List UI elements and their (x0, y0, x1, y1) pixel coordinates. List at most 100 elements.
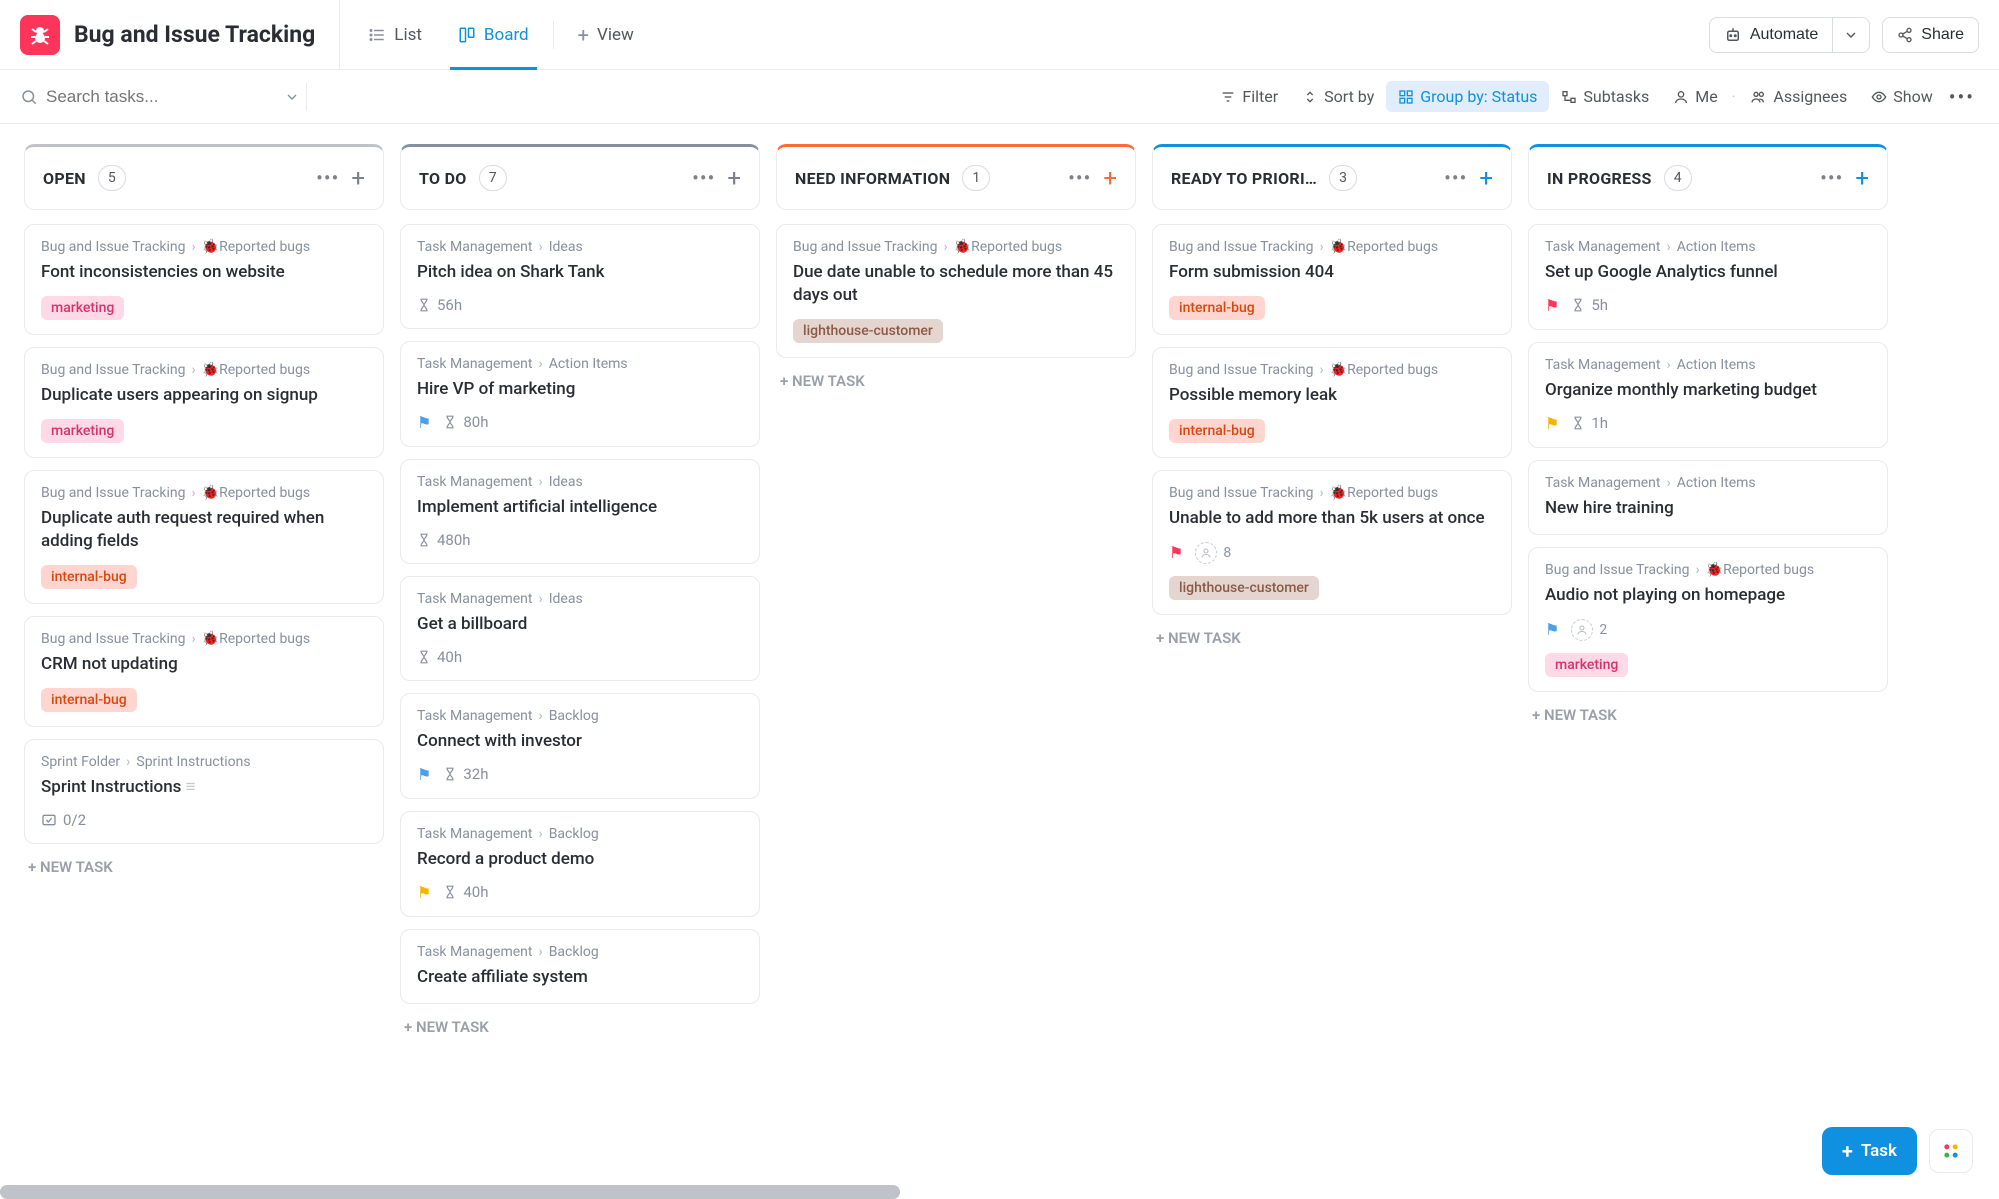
column-add[interactable]: + (727, 166, 741, 190)
column-add[interactable]: + (1855, 166, 1869, 190)
sort-button[interactable]: Sort by (1290, 81, 1386, 112)
priority-flag-icon: ⚑ (417, 883, 431, 902)
column-menu[interactable]: ••• (1444, 166, 1467, 190)
card-title: Create affiliate system (417, 966, 743, 989)
column-menu[interactable]: ••• (316, 166, 339, 190)
new-task-button[interactable]: + NEW TASK (24, 844, 384, 890)
card-title: Implement artificial intelligence (417, 496, 743, 519)
breadcrumb: Task Management›Action Items (1545, 239, 1871, 255)
tag[interactable]: marketing (41, 419, 124, 443)
task-card[interactable]: Task Management›Action ItemsOrganize mon… (1528, 342, 1888, 448)
column-menu[interactable]: ••• (1820, 166, 1843, 190)
column-title: TO DO (419, 169, 467, 188)
board[interactable]: OPEN 5 ••• + Bug and Issue Tracking›🐞Repo… (0, 124, 1999, 1181)
column-header[interactable]: IN PROGRESS 4 ••• + (1528, 144, 1888, 210)
tag[interactable]: internal-bug (41, 565, 137, 589)
board-icon (458, 26, 476, 44)
plus-icon: + (578, 23, 589, 47)
column-header[interactable]: READY TO PRIORI… 3 ••• + (1152, 144, 1512, 210)
tag[interactable]: internal-bug (41, 688, 137, 712)
column-menu[interactable]: ••• (1068, 166, 1091, 190)
filter-button[interactable]: Filter (1208, 81, 1290, 112)
tag[interactable]: internal-bug (1169, 419, 1265, 443)
task-card[interactable]: Bug and Issue Tracking›🐞Reported bugsFor… (1152, 224, 1512, 335)
task-card[interactable]: Bug and Issue Tracking›🐞Reported bugsUna… (1152, 470, 1512, 615)
new-task-fab[interactable]: + Task (1822, 1127, 1917, 1175)
chevron-down-icon[interactable] (284, 89, 300, 105)
tag[interactable]: lighthouse-customer (793, 319, 943, 343)
task-card[interactable]: Task Management›IdeasPitch idea on Shark… (400, 224, 760, 329)
card-title: Font inconsistencies on website (41, 261, 367, 284)
task-card[interactable]: Sprint Folder›Sprint InstructionsSprint … (24, 739, 384, 844)
column-add[interactable]: + (351, 166, 365, 190)
new-task-button[interactable]: + NEW TASK (1152, 615, 1512, 661)
column-header[interactable]: NEED INFORMATION 1 ••• + (776, 144, 1136, 210)
card-title: Form submission 404 (1169, 261, 1495, 284)
breadcrumb: Bug and Issue Tracking›🐞Reported bugs (41, 362, 367, 378)
task-card[interactable]: Bug and Issue Tracking›🐞Reported bugsFon… (24, 224, 384, 335)
new-task-button[interactable]: + NEW TASK (400, 1004, 760, 1050)
task-card[interactable]: Bug and Issue Tracking›🐞Reported bugsAud… (1528, 547, 1888, 692)
breadcrumb: Task Management›Ideas (417, 591, 743, 607)
horizontal-scrollbar[interactable] (0, 1185, 900, 1199)
share-button[interactable]: Share (1882, 17, 1979, 53)
breadcrumb: Bug and Issue Tracking›🐞Reported bugs (793, 239, 1119, 255)
task-card[interactable]: Task Management›IdeasImplement artificia… (400, 459, 760, 564)
tab-add-view[interactable]: + View (560, 0, 652, 69)
task-card[interactable]: Bug and Issue Tracking›🐞Reported bugsDup… (24, 347, 384, 458)
time-estimate: 80h (443, 413, 488, 431)
automate-dropdown[interactable] (1833, 17, 1870, 53)
column-menu[interactable]: ••• (692, 166, 715, 190)
breadcrumb: Bug and Issue Tracking›🐞Reported bugs (1545, 562, 1871, 578)
automate-button[interactable]: Automate (1709, 17, 1833, 53)
task-card[interactable]: Task Management›BacklogCreate affiliate … (400, 929, 760, 1004)
show-button[interactable]: Show (1859, 81, 1944, 112)
new-task-button[interactable]: + NEW TASK (1528, 692, 1888, 738)
new-task-button[interactable]: + NEW TASK (776, 358, 1136, 404)
priority-flag-icon: ⚑ (417, 413, 431, 432)
search-input[interactable] (46, 87, 276, 107)
column-header[interactable]: TO DO 7 ••• + (400, 144, 760, 210)
column-add[interactable]: + (1479, 166, 1493, 190)
time-estimate: 40h (443, 883, 488, 901)
task-card[interactable]: Bug and Issue Tracking›🐞Reported bugsDup… (24, 470, 384, 604)
subtasks-button[interactable]: Subtasks (1549, 81, 1661, 112)
tag[interactable]: marketing (1545, 653, 1628, 677)
assignee-count: 2 (1571, 619, 1607, 641)
breadcrumb: Task Management›Action Items (417, 356, 743, 372)
task-card[interactable]: Bug and Issue Tracking›🐞Reported bugsPos… (1152, 347, 1512, 458)
priority-flag-icon: ⚑ (417, 765, 431, 784)
filter-icon (1220, 89, 1236, 105)
search-wrap[interactable] (20, 87, 300, 107)
tab-list[interactable]: List (350, 0, 440, 69)
breadcrumb: Sprint Folder›Sprint Instructions (41, 754, 367, 770)
apps-fab[interactable] (1929, 1129, 1973, 1173)
tab-board[interactable]: Board (440, 0, 547, 69)
column: OPEN 5 ••• + Bug and Issue Tracking›🐞Repo… (24, 144, 384, 1161)
task-card[interactable]: Task Management›BacklogConnect with inve… (400, 693, 760, 799)
column-add[interactable]: + (1103, 166, 1117, 190)
tag[interactable]: marketing (41, 296, 124, 320)
column-count: 3 (1329, 165, 1357, 191)
task-card[interactable]: Bug and Issue Tracking›🐞Reported bugsCRM… (24, 616, 384, 727)
column-header[interactable]: OPEN 5 ••• + (24, 144, 384, 210)
assignees-button[interactable]: Assignees (1737, 81, 1859, 112)
share-icon (1897, 27, 1913, 43)
robot-icon (1724, 26, 1742, 44)
task-card[interactable]: Task Management›Action ItemsSet up Googl… (1528, 224, 1888, 330)
task-card[interactable]: Bug and Issue Tracking›🐞Reported bugsDue… (776, 224, 1136, 358)
task-card[interactable]: Task Management›BacklogRecord a product … (400, 811, 760, 917)
tag[interactable]: internal-bug (1169, 296, 1265, 320)
task-card[interactable]: Task Management›Action ItemsHire VP of m… (400, 341, 760, 447)
group-icon (1398, 89, 1414, 105)
group-by-button[interactable]: Group by: Status (1386, 81, 1549, 112)
time-estimate: 32h (443, 765, 488, 783)
person-icon (1673, 89, 1689, 105)
more-button[interactable]: ••• (1945, 79, 1979, 115)
subtask-count: 0/2 (41, 811, 86, 829)
me-button[interactable]: Me (1661, 81, 1729, 112)
fab-group: + Task (1822, 1127, 1973, 1175)
task-card[interactable]: Task Management›Action ItemsNew hire tra… (1528, 460, 1888, 535)
task-card[interactable]: Task Management›IdeasGet a billboard40h (400, 576, 760, 681)
tag[interactable]: lighthouse-customer (1169, 576, 1319, 600)
